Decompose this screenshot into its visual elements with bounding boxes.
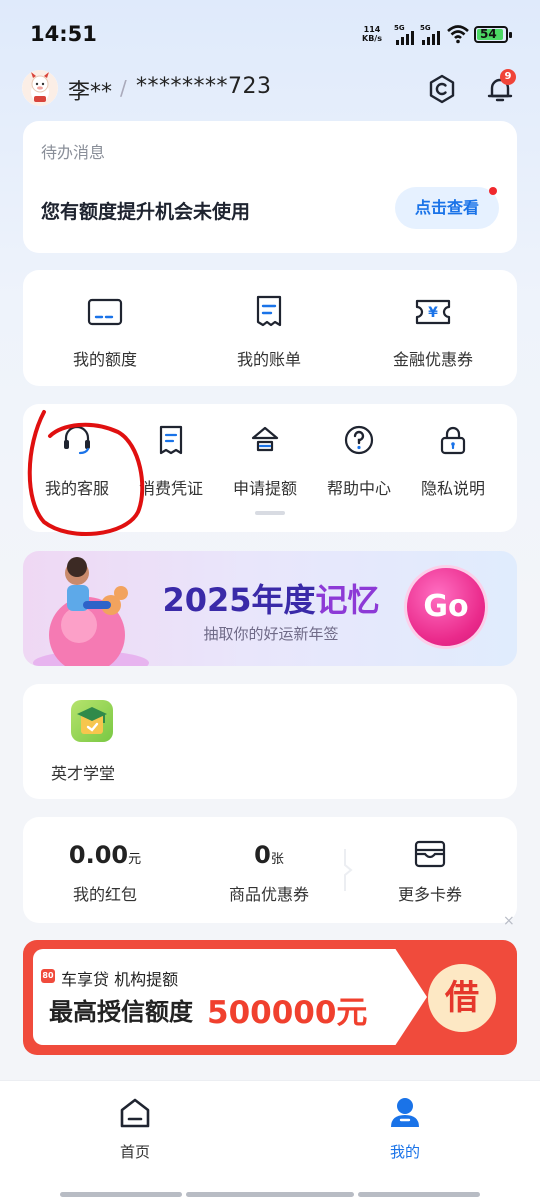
- lock-icon: [440, 426, 466, 455]
- user-icon: [391, 1098, 419, 1127]
- graduation-cap-icon: [77, 707, 107, 734]
- todo-title: 待办消息: [41, 143, 106, 162]
- wallet-card: 0.00元 我的红包 0张 商品优惠券 更多卡券: [23, 817, 517, 923]
- todo-message: 您有额度提升机会未使用: [41, 201, 251, 223]
- avatar-image: [22, 70, 58, 106]
- gesture-bar: [358, 1192, 480, 1197]
- headset-icon: [64, 425, 90, 455]
- user-header: 李** / ********723 9: [22, 69, 522, 110]
- card-icon: [87, 298, 123, 326]
- gesture-bar: [60, 1192, 182, 1197]
- todo-card: 待办消息 您有额度提升机会未使用 点击查看: [23, 121, 517, 253]
- close-icon[interactable]: ×: [503, 913, 515, 929]
- go-button[interactable]: Go: [404, 565, 488, 649]
- tab-bar: 首页 我的: [0, 1080, 540, 1200]
- service-customer-support[interactable]: 我的客服: [30, 404, 124, 514]
- battery-icon: 54: [474, 26, 512, 43]
- yen-ticket-icon: ¥: [415, 299, 451, 325]
- gesture-bar: [186, 1192, 354, 1197]
- avatar[interactable]: [22, 70, 58, 106]
- service-receipts[interactable]: 消费凭证: [124, 404, 218, 514]
- service-raise-limit[interactable]: 申请提额: [218, 404, 312, 514]
- goods-coupon-label[interactable]: 商品优惠券: [187, 881, 351, 905]
- brand-logo-icon: 80: [41, 969, 55, 983]
- ad-headline: 最高授信额度: [49, 998, 193, 1026]
- separator: /: [120, 76, 127, 100]
- banner-illustration: [33, 557, 149, 666]
- ad-brand: 车享贷 机构提额: [61, 970, 179, 989]
- quick-link-coupons[interactable]: ¥ 金融优惠券: [351, 270, 515, 386]
- view-button[interactable]: 点击查看: [395, 187, 499, 229]
- signal-icon: 5G: [420, 24, 442, 45]
- more-cards-label[interactable]: 更多卡券: [348, 881, 512, 905]
- bill-icon: [256, 295, 282, 327]
- quick-link-bills[interactable]: 我的账单: [187, 270, 351, 386]
- red-packet-value[interactable]: 0.00元: [23, 841, 187, 869]
- goods-coupon-value[interactable]: 0张: [187, 841, 351, 869]
- user-name: 李**: [68, 80, 113, 105]
- help-icon: [344, 425, 374, 455]
- red-packet-label[interactable]: 我的红包: [23, 881, 187, 905]
- year-memory-banner[interactable]: 2025年度记忆 抽取你的好运新年签 Go: [23, 551, 517, 666]
- status-time: 14:51: [30, 22, 97, 46]
- tab-home[interactable]: 首页: [75, 1095, 195, 1162]
- status-bar: 14:51 114 KB/s 5G 5G 54: [0, 0, 540, 70]
- service-help-center[interactable]: 帮助中心: [312, 404, 406, 514]
- loan-ad-banner[interactable]: 80 车享贷 机构提额 最高授信额度 500000元 借: [23, 940, 517, 1055]
- signal-icon: 5G: [394, 24, 416, 45]
- raise-limit-icon: [251, 426, 279, 452]
- net-speed: 114 KB/s: [362, 25, 382, 43]
- unread-dot: [489, 187, 497, 195]
- coin-hexagon-icon[interactable]: [426, 73, 458, 105]
- quick-links-card: 我的额度 我的账单 ¥ 金融优惠券: [23, 270, 517, 386]
- wallet-icon[interactable]: [414, 839, 446, 869]
- account-number: ********723: [136, 74, 272, 99]
- page-indicator: [255, 511, 285, 515]
- ad-amount: 500000元: [207, 995, 368, 1031]
- home-icon: [120, 1098, 150, 1128]
- notification-badge: 9: [500, 69, 516, 85]
- academy-icon[interactable]: [71, 700, 113, 742]
- services-card: 我的客服 消费凭证 申请提额 帮助中心 隐私说明: [23, 404, 517, 532]
- academy-card: 英才学堂: [23, 684, 517, 799]
- receipt-icon: [159, 425, 183, 455]
- quick-link-credit[interactable]: 我的额度: [23, 270, 187, 386]
- svg-text:¥: ¥: [428, 305, 438, 321]
- service-privacy[interactable]: 隐私说明: [406, 404, 500, 514]
- borrow-button[interactable]: 借: [428, 964, 496, 1032]
- tab-mine[interactable]: 我的: [345, 1095, 465, 1162]
- banner-subtitle: 抽取你的好运新年签: [203, 625, 339, 643]
- wifi-icon: [447, 25, 469, 44]
- academy-label[interactable]: 英才学堂: [51, 760, 115, 784]
- banner-title: 2025年度记忆: [162, 581, 380, 619]
